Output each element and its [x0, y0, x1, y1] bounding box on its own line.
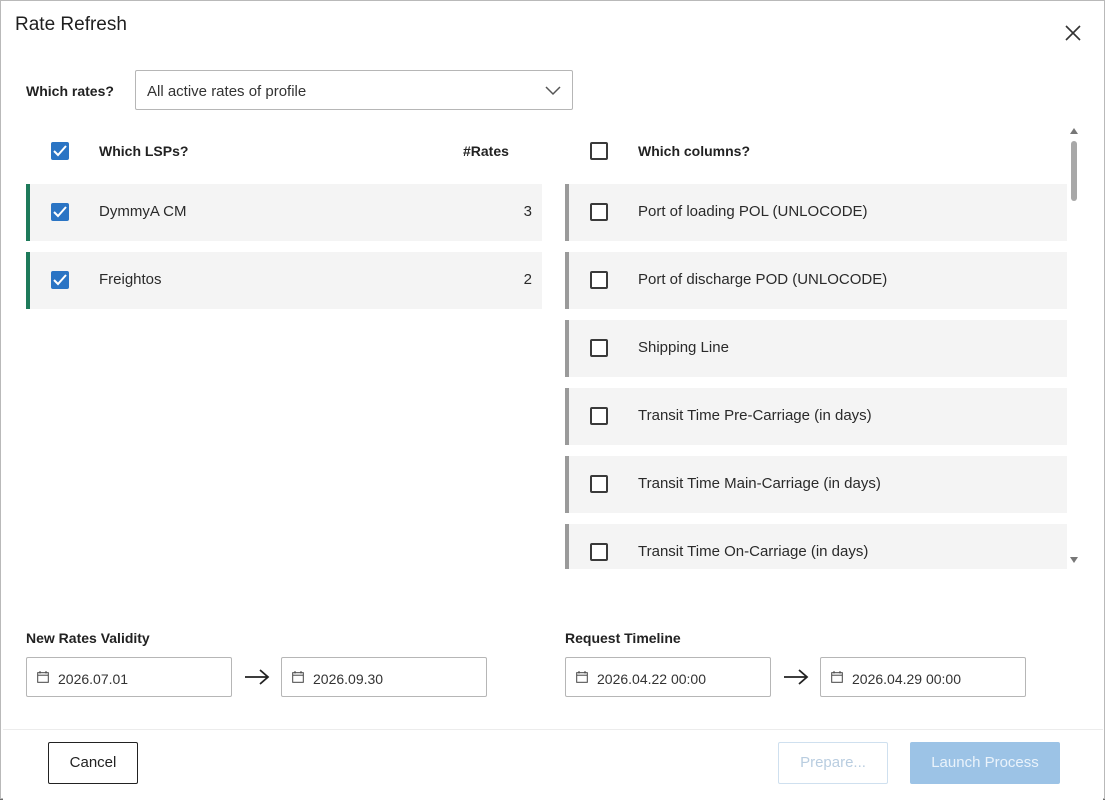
- which-rates-value: All active rates of profile: [147, 83, 307, 100]
- scroll-down-arrow[interactable]: [1070, 557, 1078, 563]
- column-row[interactable]: Transit Time Main-Carriage (in days): [565, 456, 1067, 513]
- which-rates-select[interactable]: All active rates of profile: [135, 70, 573, 110]
- calendar-icon: [831, 671, 843, 683]
- column-checkbox[interactable]: [590, 271, 608, 289]
- column-row[interactable]: Transit Time On-Carriage (in days): [565, 524, 1067, 569]
- validity-to-value: 2026.09.30: [313, 671, 384, 687]
- rate-refresh-dialog: Rate Refresh Which rates? All active rat…: [0, 0, 1105, 800]
- arrow-right-icon: [245, 669, 270, 685]
- columns-header: Which columns?: [638, 143, 750, 159]
- timeline-from-value: 2026.04.22 00:00: [597, 671, 706, 687]
- timeline-label: Request Timeline: [565, 630, 681, 646]
- close-icon[interactable]: [1061, 21, 1085, 45]
- column-row[interactable]: Port of discharge POD (UNLOCODE): [565, 252, 1067, 309]
- column-name: Transit Time On-Carriage (in days): [638, 543, 869, 560]
- calendar-icon: [37, 671, 49, 683]
- validity-to-input[interactable]: 2026.09.30: [281, 657, 487, 697]
- column-name: Shipping Line: [638, 339, 729, 356]
- columns-list[interactable]: Port of loading POL (UNLOCODE) Port of d…: [561, 171, 1071, 569]
- select-all-columns-checkbox[interactable]: [590, 142, 608, 160]
- column-name: Port of loading POL (UNLOCODE): [638, 203, 868, 220]
- lsp-name: DymmyA CM: [99, 203, 187, 220]
- check-icon: [53, 206, 67, 218]
- validity-from-input[interactable]: 2026.07.01: [26, 657, 232, 697]
- arrow-right-icon: [784, 669, 809, 685]
- calendar-icon: [292, 671, 304, 683]
- column-name: Transit Time Main-Carriage (in days): [638, 475, 881, 492]
- timeline-from-input[interactable]: 2026.04.22 00:00: [565, 657, 771, 697]
- check-icon: [53, 274, 67, 286]
- launch-process-button[interactable]: Launch Process: [910, 742, 1060, 784]
- column-row[interactable]: Transit Time Pre-Carriage (in days): [565, 388, 1067, 445]
- dialog-title: Rate Refresh: [15, 14, 127, 35]
- which-rates-label: Which rates?: [26, 83, 114, 99]
- cancel-button[interactable]: Cancel: [48, 742, 138, 784]
- select-all-lsps-checkbox[interactable]: [51, 142, 69, 160]
- chevron-down-icon: [545, 86, 561, 96]
- lsp-row[interactable]: DymmyA CM 3: [26, 184, 542, 241]
- column-checkbox[interactable]: [590, 407, 608, 425]
- validity-from-value: 2026.07.01: [58, 671, 129, 687]
- column-row[interactable]: Shipping Line: [565, 320, 1067, 377]
- scroll-up-arrow[interactable]: [1070, 128, 1078, 134]
- column-checkbox[interactable]: [590, 339, 608, 357]
- timeline-to-value: 2026.04.29 00:00: [852, 671, 961, 687]
- column-checkbox[interactable]: [590, 543, 608, 561]
- lsp-checkbox[interactable]: [51, 203, 69, 221]
- prepare-button[interactable]: Prepare...: [778, 742, 888, 784]
- column-checkbox[interactable]: [590, 203, 608, 221]
- column-name: Port of discharge POD (UNLOCODE): [638, 271, 888, 288]
- lsp-name: Freightos: [99, 271, 162, 288]
- scrollbar-thumb[interactable]: [1071, 141, 1077, 201]
- lsp-checkbox[interactable]: [51, 271, 69, 289]
- column-row[interactable]: Port of loading POL (UNLOCODE): [565, 184, 1067, 241]
- check-icon: [53, 145, 67, 157]
- timeline-to-input[interactable]: 2026.04.29 00:00: [820, 657, 1026, 697]
- rates-count-header: #Rates: [463, 143, 509, 159]
- lsps-header: Which LSPs?: [99, 143, 189, 159]
- calendar-icon: [576, 671, 588, 683]
- lsp-rate-count: 2: [523, 271, 532, 288]
- lsp-row[interactable]: Freightos 2: [26, 252, 542, 309]
- column-name: Transit Time Pre-Carriage (in days): [638, 407, 872, 424]
- validity-label: New Rates Validity: [26, 630, 150, 646]
- column-checkbox[interactable]: [590, 475, 608, 493]
- lsp-rate-count: 3: [523, 203, 532, 220]
